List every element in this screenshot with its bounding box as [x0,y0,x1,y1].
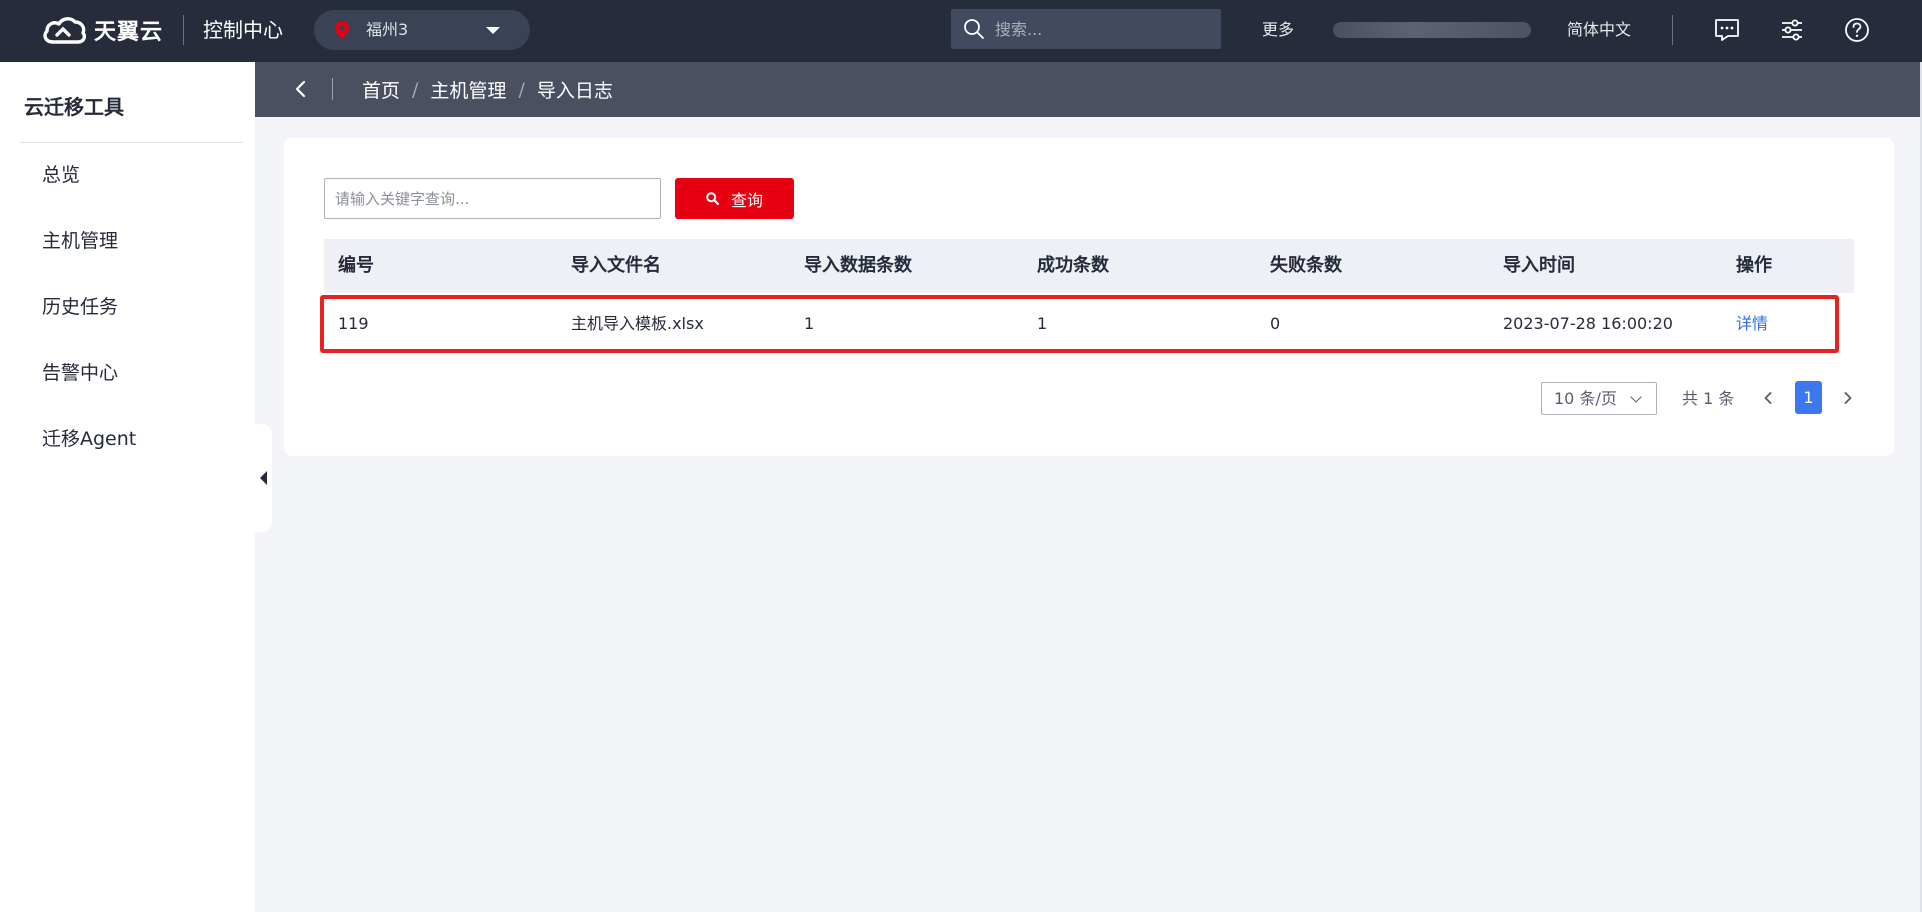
page-size-select[interactable]: 10 条/页 [1541,382,1657,415]
table-row: 119 主机导入模板.xlsx 1 1 0 2023-07-28 16:00:2… [320,295,1839,353]
total-count: 共 1 条 [1682,389,1735,408]
sidebar-collapse-handle[interactable] [255,424,272,532]
column-header-total-count: 导入数据条数 [804,255,912,276]
query-button-label: 查询 [730,190,763,210]
breadcrumb: 首页 / 主机管理 / 导入日志 [362,62,613,117]
breadcrumb-separator: / [518,78,525,101]
page-number-current[interactable]: 1 [1795,381,1822,414]
search-icon [706,192,719,205]
search-icon [964,19,984,39]
header-divider [1672,15,1673,45]
sidebar: 云迁移工具 总览 主机管理 历史任务 告警中心 迁移Agent [0,62,255,912]
sidebar-divider [20,142,243,143]
top-navbar: 天翼云 控制中心 福州3 更多 简体中文 [0,0,1922,62]
query-button[interactable]: 查询 [675,178,794,219]
breadcrumb-import-log: 导入日志 [536,80,613,102]
import-log-card: 查询 编号 导入文件名 导入数据条数 成功条数 失败条数 导入时间 操作 119… [284,138,1894,456]
breadcrumb-divider [332,78,333,100]
column-header-failed-count: 失败条数 [1270,255,1342,276]
breadcrumb-separator: / [412,78,419,101]
sidebar-item-overview[interactable]: 总览 [42,160,80,190]
sidebar-item-host-management[interactable]: 主机管理 [42,226,118,256]
caret-down-icon [486,27,500,34]
next-page-icon[interactable] [1842,392,1854,404]
global-search-input[interactable] [995,9,1210,49]
location-pin-icon [335,21,349,39]
collapse-left-icon [260,471,267,485]
details-link[interactable]: 详情 [1736,299,1768,349]
cell-total-count: 1 [804,314,815,333]
language-switcher[interactable]: 简体中文 [1567,15,1631,45]
sidebar-title: 云迁移工具 [24,95,124,119]
console-title[interactable]: 控制中心 [203,15,283,45]
header-divider [183,15,184,45]
logo-text: 天翼云 [94,20,164,45]
column-header-success-count: 成功条数 [1037,255,1109,276]
cell-file-name: 主机导入模板.xlsx [571,314,704,333]
global-search[interactable] [951,9,1221,49]
breadcrumb-bar: 首页 / 主机管理 / 导入日志 [255,62,1922,117]
account-info-blurred[interactable] [1333,22,1531,38]
sidebar-item-alarm-center[interactable]: 告警中心 [42,358,118,388]
table-header: 编号 导入文件名 导入数据条数 成功条数 失败条数 导入时间 操作 [324,239,1854,293]
keyword-search-input[interactable] [324,178,661,219]
chevron-down-icon [1630,391,1642,403]
help-icon[interactable] [1842,15,1872,45]
region-selector[interactable]: 福州3 [314,10,530,50]
sidebar-item-migration-agent[interactable]: 迁移Agent [42,424,136,454]
back-arrow-icon[interactable] [291,79,311,99]
column-header-import-time: 导入时间 [1503,255,1575,276]
cell-success-count: 1 [1037,314,1048,333]
message-icon[interactable] [1712,15,1742,45]
column-header-actions: 操作 [1736,255,1772,276]
cloud-logo-icon [43,17,87,44]
logo[interactable]: 天翼云 [40,10,163,50]
column-header-id: 编号 [338,255,374,276]
breadcrumb-host-management[interactable]: 主机管理 [430,76,506,103]
region-label: 福州3 [366,20,409,39]
breadcrumb-home[interactable]: 首页 [362,76,400,103]
cell-failed-count: 0 [1270,314,1281,333]
cell-import-time: 2023-07-28 16:00:20 [1503,314,1673,333]
sidebar-item-history-tasks[interactable]: 历史任务 [42,292,118,322]
column-header-file-name: 导入文件名 [571,255,661,276]
page-size-value: 10 条/页 [1554,389,1617,408]
prev-page-icon[interactable] [1762,392,1774,404]
cell-id: 119 [338,314,369,333]
settings-sliders-icon[interactable] [1777,15,1807,45]
more-menu[interactable]: 更多 [1262,15,1294,45]
